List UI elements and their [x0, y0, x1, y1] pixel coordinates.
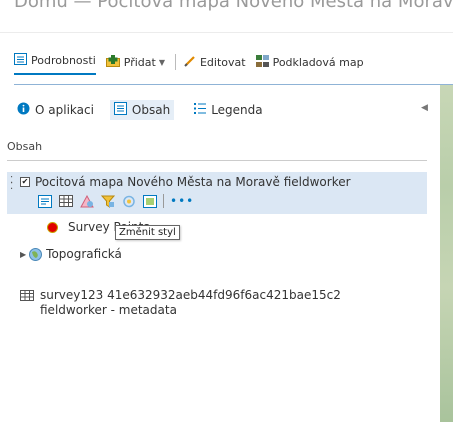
header-divider [0, 32, 453, 33]
tab-about[interactable]: O aplikaci [17, 100, 94, 120]
app-title-bar: Domů — Pocitová mapa Nového Města na Mor… [0, 0, 453, 22]
table-entry[interactable]: survey123 41e632932aeb44fd96f6ac421bae15… [20, 288, 400, 318]
pencil-icon [184, 55, 196, 70]
collapse-panel-icon[interactable]: ◀ [421, 103, 428, 113]
content-icon [113, 102, 127, 118]
basemap-globe-icon [29, 247, 43, 261]
point-symbol-icon[interactable] [47, 221, 58, 233]
zoom-to-icon[interactable] [37, 194, 53, 208]
toolbar-divider [174, 54, 176, 70]
basemap-grid-icon [255, 54, 269, 70]
layer-visibility-checkbox[interactable]: ✔ [20, 177, 30, 187]
tab-about-label: O aplikaci [35, 103, 94, 117]
tab-content-label: Obsah [131, 103, 171, 117]
edit-label: Editovat [199, 55, 246, 69]
edit-button[interactable]: Editovat [184, 51, 246, 73]
tab-content[interactable]: Obsah [109, 100, 175, 120]
app-title: Domů — Pocitová mapa Nového Města na Mor… [14, 0, 453, 12]
add-data-icon [105, 54, 120, 70]
table-title: survey123 41e632932aeb44fd96f6ac421bae15… [40, 288, 341, 317]
details-label: Podrobnosti [31, 54, 96, 67]
layer-row-topographic[interactable]: ▶ Topografická [20, 247, 122, 261]
add-label: Přidat [123, 55, 156, 69]
layer-row-selected[interactable]: ⁚ ⁚ ✔ Pocitová mapa Nového Města na Morav… [7, 172, 427, 214]
content-panel: O aplikaci Obsah Legenda ◀ Obsah ⁚ ⁚ ✔ Po… [7, 85, 440, 422]
info-icon [17, 102, 30, 118]
main-toolbar: Podrobnosti Přidat ▼ Editovat Podkladová… [14, 50, 374, 75]
details-icon [14, 53, 27, 68]
section-title: Obsah [7, 140, 43, 153]
panel-tabs: O aplikaci Obsah Legenda [17, 100, 283, 120]
more-options-icon[interactable]: ••• [170, 194, 194, 208]
tab-legend[interactable]: Legenda [194, 100, 263, 120]
details-button[interactable]: Podrobnosti [14, 50, 96, 75]
legend-icon [194, 102, 207, 118]
tab-legend-label: Legenda [211, 103, 263, 117]
basemap-button[interactable]: Podkladová map [255, 51, 364, 73]
chevron-down-icon: ▼ [158, 57, 165, 67]
attribute-table-icon[interactable] [58, 194, 74, 208]
add-button[interactable]: Přidat ▼ [105, 51, 165, 73]
filter-icon[interactable] [100, 194, 116, 208]
layer-title[interactable]: Pocitová mapa Nového Města na Moravě fie… [35, 175, 351, 189]
expand-arrow-icon[interactable]: ▶ [20, 250, 26, 259]
section-divider [7, 160, 427, 161]
drag-handle-icon[interactable]: ⁚ ⁚ [10, 176, 13, 192]
analysis-icon[interactable] [121, 194, 137, 208]
change-style-icon[interactable] [79, 194, 95, 208]
popup-config-icon[interactable] [142, 194, 158, 208]
table-icon [20, 290, 34, 305]
layer-actions-divider [163, 194, 164, 208]
tooltip: Změnit styl [115, 225, 180, 240]
layer-actions: ••• [37, 194, 194, 208]
basemap-label: Podkladová map [272, 55, 364, 69]
basemap-group-label: Topografická [46, 247, 122, 261]
map-view[interactable] [440, 85, 453, 422]
